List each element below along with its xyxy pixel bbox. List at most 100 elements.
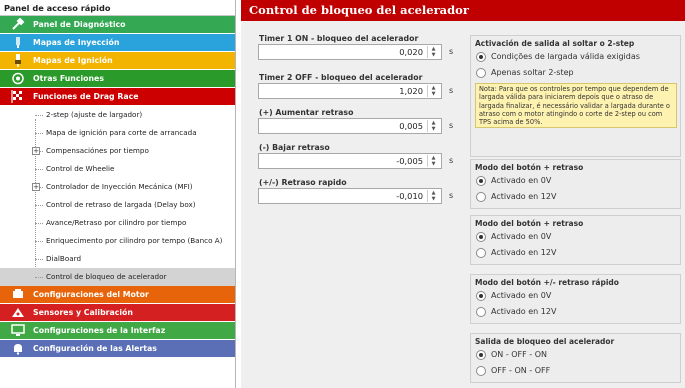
menu-item-mfi-controller[interactable]: + Controlador de Inyección Mecánica (MFI) bbox=[0, 178, 235, 196]
tree-branch bbox=[35, 223, 43, 224]
field-label: Timer 1 ON - bloqueo del acelerador bbox=[259, 34, 419, 43]
tree-branch bbox=[35, 241, 43, 242]
radio-label: Activado en 12V bbox=[491, 192, 557, 201]
category-other-functions[interactable]: Otras Funciones bbox=[0, 70, 235, 87]
quick-delay-input[interactable]: -0,010 ▲ ▼ bbox=[258, 188, 442, 204]
quick-access-panel: Panel de acceso rápido Panel de Diagnóst… bbox=[0, 0, 236, 388]
quick-delay-button-mode-group: Modo del botón +/- retraso rápido Activa… bbox=[470, 274, 681, 324]
radio-label: Activado en 12V bbox=[491, 248, 557, 257]
radio-only-release-2-step[interactable]: Apenas soltar 2-step bbox=[471, 65, 680, 81]
spin-buttons: ▲ ▼ bbox=[427, 120, 439, 132]
category-label: Configuración de las Alertas bbox=[33, 344, 157, 353]
category-label: Sensores y Calibración bbox=[33, 308, 133, 317]
menu-item-label: Control de Wheelie bbox=[46, 164, 115, 173]
radio-label: Apenas soltar 2-step bbox=[491, 68, 574, 77]
radio-activated-12v[interactable]: Activado en 12V bbox=[471, 189, 680, 205]
spin-down-icon[interactable]: ▼ bbox=[428, 126, 439, 132]
unit-label: s bbox=[449, 156, 454, 165]
quick-delay-field: (+/-) Retraso rapido -0,010 ▲ ▼ s bbox=[256, 178, 464, 204]
field-value: 1,020 bbox=[399, 86, 423, 96]
field-value: 0,005 bbox=[399, 121, 423, 131]
radio-unchecked-icon bbox=[476, 307, 486, 317]
tree-branch bbox=[35, 115, 43, 116]
menu-item-label: Control de bloqueo de acelerador bbox=[46, 272, 167, 281]
radio-checked-icon bbox=[476, 291, 486, 301]
tree-branch bbox=[35, 133, 43, 134]
spin-down-icon[interactable]: ▼ bbox=[428, 91, 439, 97]
expand-plus-icon[interactable]: + bbox=[32, 147, 40, 155]
category-alert-settings[interactable]: Configuración de las Alertas bbox=[0, 340, 235, 357]
category-engine-settings[interactable]: Configuraciones del Motor bbox=[0, 286, 235, 303]
radio-unchecked-icon bbox=[476, 68, 486, 78]
page-title: Control de bloqueo del acelerador bbox=[241, 0, 685, 21]
spin-down-icon[interactable]: ▼ bbox=[428, 196, 439, 202]
menu-item-delay-box[interactable]: Control de retraso de largada (Delay box… bbox=[0, 196, 235, 214]
spin-buttons: ▲ ▼ bbox=[427, 190, 439, 202]
field-label: (+/-) Retraso rapido bbox=[259, 178, 347, 187]
tree-branch bbox=[35, 277, 43, 278]
menu-item-2-step[interactable]: 2-step (ajuste de largador) bbox=[0, 106, 235, 124]
group-title: Modo del botón + retraso bbox=[475, 163, 584, 172]
radio-off-on-off[interactable]: OFF - ON - OFF bbox=[471, 363, 680, 379]
radio-activated-0v[interactable]: Activado en 0V bbox=[471, 173, 680, 189]
menu-item-label: Controlador de Inyección Mecánica (MFI) bbox=[46, 182, 193, 191]
output-activation-group: Activación de salida al soltar o 2-step … bbox=[470, 35, 681, 157]
increase-delay-field: (+) Aumentar retraso 0,005 ▲ ▼ s bbox=[256, 108, 464, 134]
drag-race-flag-icon bbox=[11, 90, 22, 103]
radio-on-off-on[interactable]: ON - OFF - ON bbox=[471, 347, 680, 363]
radio-activated-0v[interactable]: Activado en 0V bbox=[471, 229, 680, 245]
unit-label: s bbox=[449, 86, 454, 95]
category-label: Configuraciones de la Interfaz bbox=[33, 326, 166, 335]
category-sensors-calibration[interactable]: Sensores y Calibración bbox=[0, 304, 235, 321]
radio-checked-icon bbox=[476, 350, 486, 360]
spin-down-icon[interactable]: ▼ bbox=[428, 161, 439, 167]
info-note: Nota: Para que os controles por tempo qu… bbox=[475, 83, 677, 129]
menu-item-throttle-block-control[interactable]: Control de bloqueo de acelerador bbox=[0, 268, 235, 286]
menu-item-cylinder-enrichment-bank-a[interactable]: Enriquecimento por cilindro por tempo (B… bbox=[0, 232, 235, 250]
increase-delay-input[interactable]: 0,005 ▲ ▼ bbox=[258, 118, 442, 134]
timer-1-on-input[interactable]: 0,020 ▲ ▼ bbox=[258, 44, 442, 60]
menu-item-label: DialBoard bbox=[46, 254, 82, 263]
category-interface-settings[interactable]: Configuraciones de la Interfaz bbox=[0, 322, 235, 339]
expand-plus-icon[interactable]: + bbox=[32, 183, 40, 191]
tree-branch bbox=[35, 205, 43, 206]
menu-item-label: Mapa de ignición para corte de arrancada bbox=[46, 128, 197, 137]
menu-item-wheelie-control[interactable]: Control de Wheelie bbox=[0, 160, 235, 178]
category-injection-maps[interactable]: Mapas de Inyección bbox=[0, 34, 235, 51]
decrease-delay-input[interactable]: -0,005 ▲ ▼ bbox=[258, 153, 442, 169]
radio-checked-icon bbox=[476, 52, 486, 62]
field-label: (+) Aumentar retraso bbox=[259, 108, 354, 117]
spark-plug-icon bbox=[15, 54, 21, 67]
radio-label: OFF - ON - OFF bbox=[491, 366, 551, 375]
menu-item-label: Avance/Retraso por cilindro por tiempo bbox=[46, 218, 187, 227]
field-label: (-) Bajar retraso bbox=[259, 143, 330, 152]
radio-activated-12v[interactable]: Activado en 12V bbox=[471, 245, 680, 261]
menu-item-dialboard[interactable]: DialBoard bbox=[0, 250, 235, 268]
category-ignition-maps[interactable]: Mapas de Ignición bbox=[0, 52, 235, 69]
menu-item-cylinder-advance-retard[interactable]: Avance/Retraso por cilindro por tiempo bbox=[0, 214, 235, 232]
category-drag-race-functions[interactable]: Funciones de Drag Race bbox=[0, 88, 235, 105]
main-panel: Control de bloqueo del acelerador Timer … bbox=[241, 0, 685, 388]
unit-label: s bbox=[449, 191, 454, 200]
radio-activated-0v[interactable]: Activado en 0V bbox=[471, 288, 680, 304]
category-label: Otras Funciones bbox=[33, 74, 104, 83]
category-diagnostic-panel[interactable]: Panel de Diagnóstico bbox=[0, 16, 235, 33]
radio-activated-12v[interactable]: Activado en 12V bbox=[471, 304, 680, 320]
radio-unchecked-icon bbox=[476, 192, 486, 202]
category-label: Panel de Diagnóstico bbox=[33, 20, 126, 29]
spin-down-icon[interactable]: ▼ bbox=[428, 52, 439, 58]
group-title: Activación de salida al soltar o 2-step bbox=[475, 39, 635, 48]
category-label: Funciones de Drag Race bbox=[33, 92, 139, 101]
radio-valid-launch-required[interactable]: Condições de largada válida exigidas bbox=[471, 49, 680, 65]
menu-item-time-compensations[interactable]: + Compensaciónes por tiempo bbox=[0, 142, 235, 160]
field-value: 0,020 bbox=[399, 47, 423, 57]
field-value: -0,010 bbox=[396, 191, 423, 201]
spin-buttons: ▲ ▼ bbox=[427, 155, 439, 167]
unit-label: s bbox=[449, 121, 454, 130]
timer-2-off-input[interactable]: 1,020 ▲ ▼ bbox=[258, 83, 442, 99]
tree-branch bbox=[35, 259, 43, 260]
tree-branch bbox=[35, 169, 43, 170]
throttle-block-output-group: Salida de bloqueo del acelerador ON - OF… bbox=[470, 333, 681, 383]
radio-label: Activado en 12V bbox=[491, 307, 557, 316]
menu-item-launch-cut-ignition-map[interactable]: Mapa de ignición para corte de arrancada bbox=[0, 124, 235, 142]
